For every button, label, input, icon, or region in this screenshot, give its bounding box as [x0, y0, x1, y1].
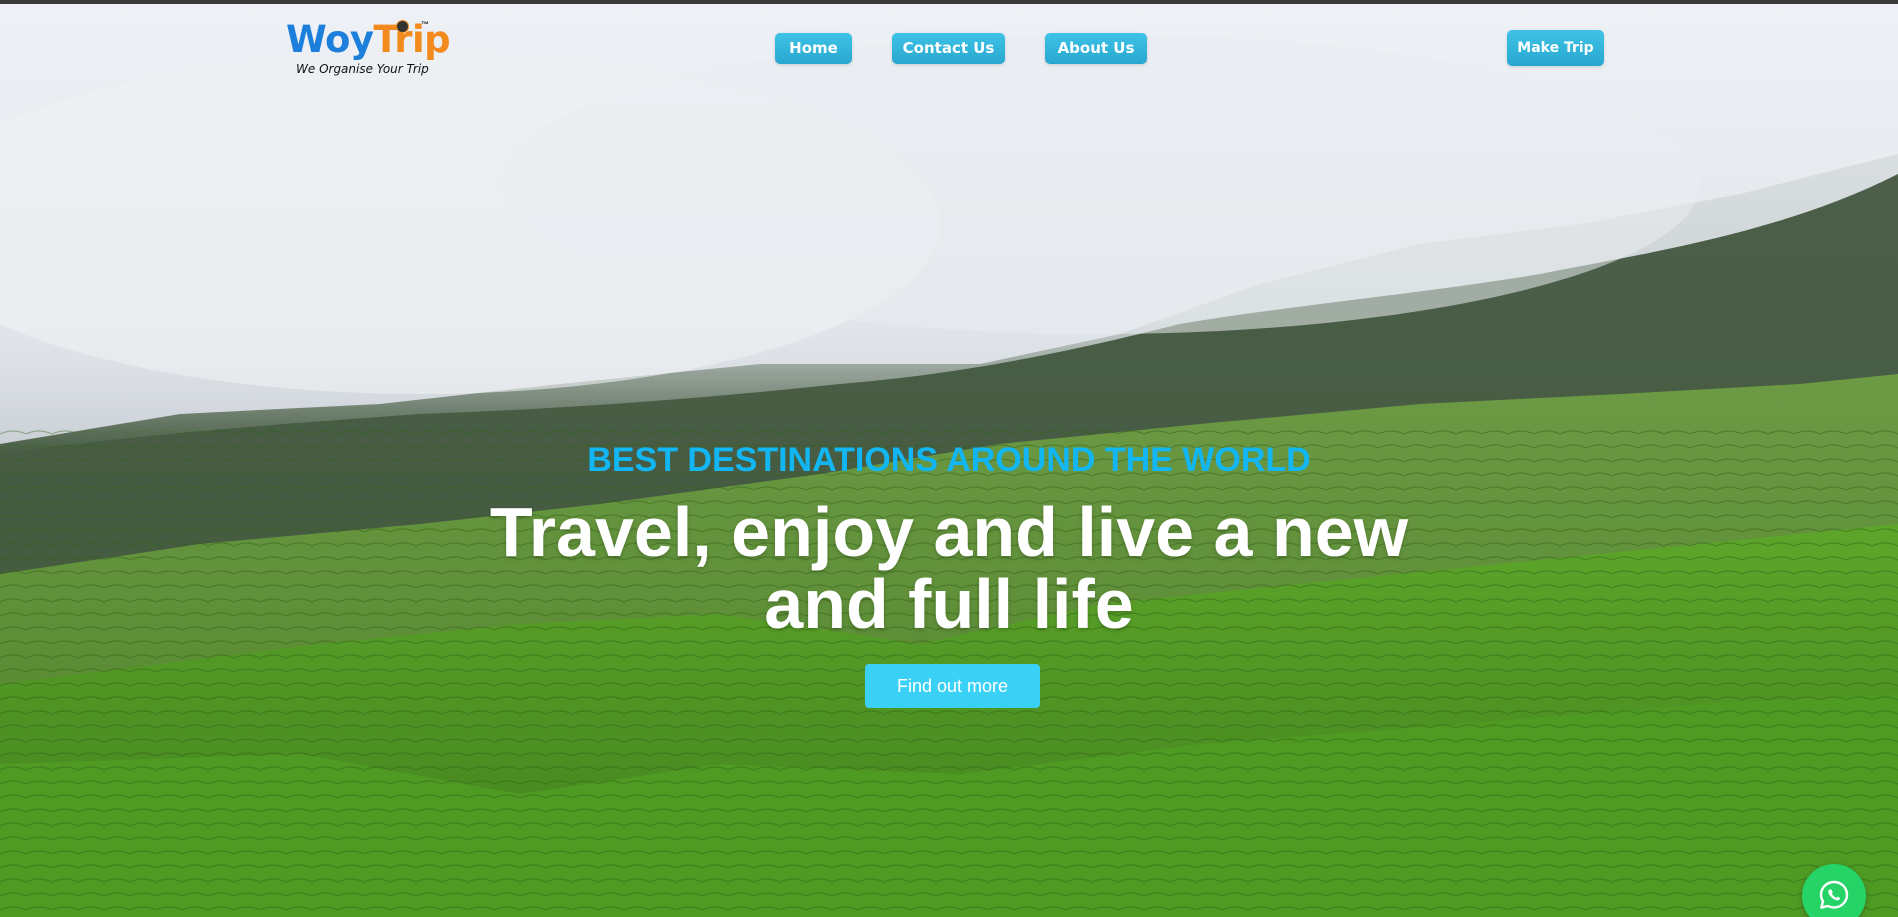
- hero-title-line-1: Travel, enjoy and live a new: [489, 493, 1409, 571]
- find-out-more-button[interactable]: Find out more: [865, 664, 1040, 708]
- brand-name-trip: Trip: [373, 18, 451, 61]
- nav-contact-us-button[interactable]: Contact Us: [892, 33, 1005, 64]
- nav-about-us-button[interactable]: About Us: [1045, 33, 1147, 64]
- brand-tagline: We Organise Your Trip: [296, 62, 429, 76]
- hero-title: Travel, enjoy and live a new and full li…: [449, 496, 1449, 640]
- nav-home-button[interactable]: Home: [775, 33, 852, 64]
- make-trip-button[interactable]: Make Trip: [1507, 30, 1604, 66]
- brand-logo[interactable]: WoyTrip ™ We Organise Your Trip: [286, 18, 451, 82]
- trademark-mark: ™: [421, 20, 429, 29]
- hero-subtitle: BEST DESTINATIONS AROUND THE WORLD: [587, 441, 1311, 479]
- hero-title-line-2: and full life: [764, 565, 1134, 643]
- globe-icon: [396, 20, 409, 33]
- whatsapp-icon: [1819, 880, 1849, 909]
- browser-top-edge: [0, 0, 1898, 4]
- landing-page: WoyTrip ™ We Organise Your Trip Home Con…: [0, 0, 1898, 917]
- brand-name: WoyTrip: [286, 18, 451, 61]
- brand-name-woy: Woy: [286, 18, 374, 61]
